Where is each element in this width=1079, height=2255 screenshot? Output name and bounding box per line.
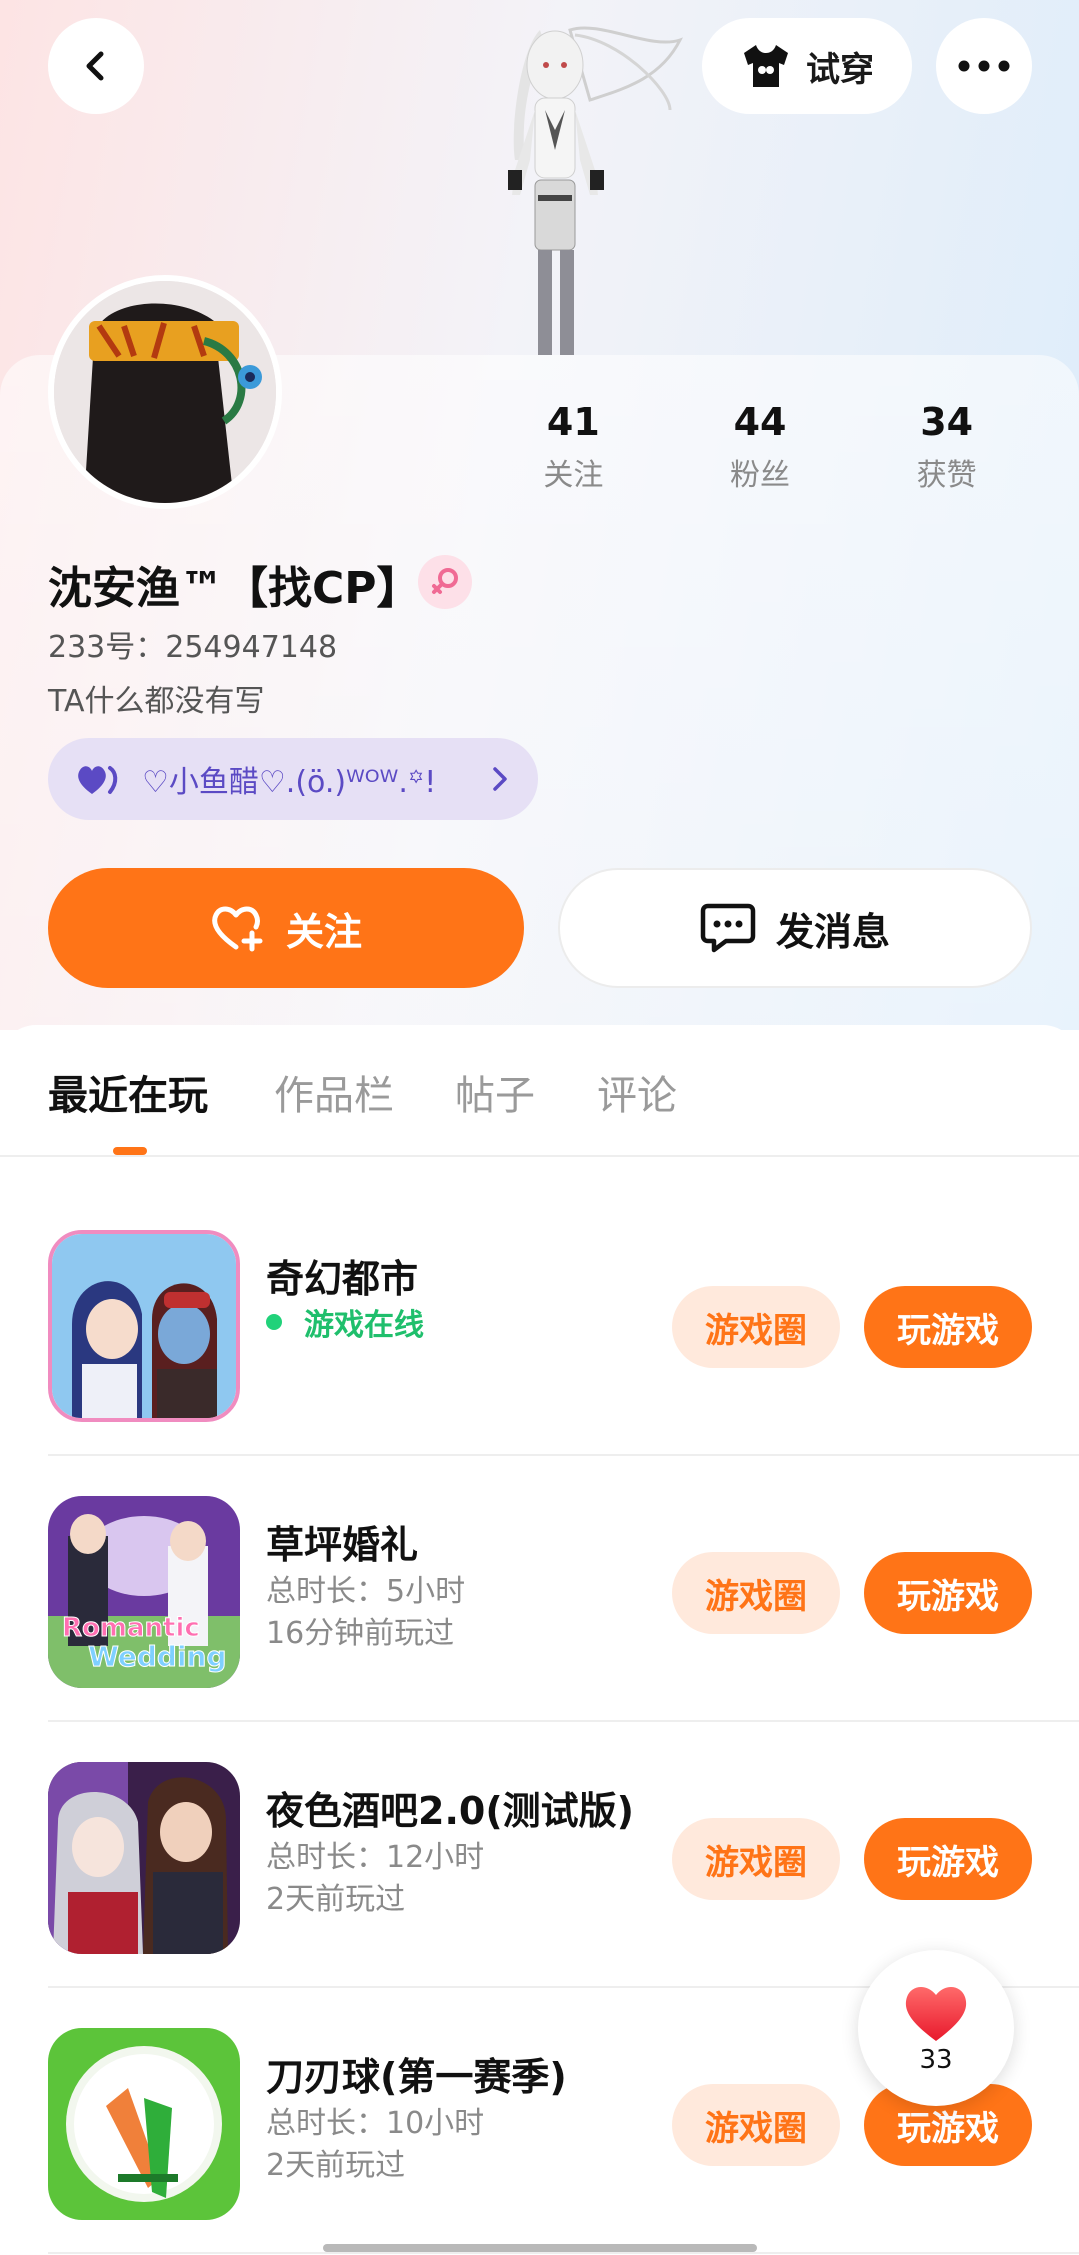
profile-stats: 41 关注 44 粉丝 34 获赞	[480, 400, 1040, 494]
back-button[interactable]	[48, 18, 144, 114]
stat-label: 关注	[543, 458, 604, 493]
last-played: 2天前玩过	[266, 2148, 406, 2183]
chat-bubble-icon	[700, 903, 756, 953]
stat-number: 44	[733, 400, 787, 444]
user-nickname: 沈安渔™【找CP】	[48, 563, 421, 614]
user-id: 233号：254947148	[48, 630, 338, 665]
online-status-label: 游戏在线	[304, 1308, 424, 1343]
game-icon	[48, 2028, 240, 2220]
game-icon-text-wedding: Wedding	[88, 1640, 227, 1673]
stat-likes[interactable]: 34 获赞	[853, 400, 1040, 494]
stat-label: 获赞	[916, 458, 977, 493]
play-game-button[interactable]: 玩游戏	[864, 1818, 1032, 1900]
play-game-button[interactable]: 玩游戏	[864, 1286, 1032, 1368]
double-heart-icon	[78, 766, 118, 794]
game-row[interactable]: 奇幻都市 游戏在线 游戏圈 玩游戏	[48, 1190, 1079, 1456]
relationship-tag-text: ♡小鱼醋♡.(ö.)ᵂᴼᵂ.꙳!	[142, 765, 437, 800]
stat-number: 34	[920, 400, 974, 444]
game-circle-button[interactable]: 游戏圈	[672, 1286, 840, 1368]
like-floating-button[interactable]: 33	[858, 1950, 1014, 2106]
game-row[interactable]: Romantic Wedding 草坪婚礼 总时长：5小时 16分钟前玩过 游戏…	[48, 1456, 1079, 1722]
shirt-icon	[744, 45, 788, 87]
play-duration: 总时长：10小时	[266, 2106, 485, 2141]
stat-number: 41	[546, 400, 600, 444]
game-circle-button[interactable]: 游戏圈	[672, 2084, 840, 2166]
online-dot-icon	[266, 1314, 282, 1330]
profile-tabs: 最近在玩 作品栏 帖子 评论	[0, 1025, 1079, 1157]
more-options-button[interactable]	[936, 18, 1032, 114]
game-icon	[48, 1230, 240, 1422]
last-played: 2天前玩过	[266, 1882, 406, 1917]
tab-posts[interactable]: 帖子	[455, 1063, 535, 1121]
heart-icon	[905, 1986, 967, 2041]
heart-plus-icon	[212, 906, 263, 952]
tab-works[interactable]: 作品栏	[274, 1063, 394, 1121]
game-icon	[48, 1762, 240, 1954]
female-gender-icon	[418, 555, 472, 609]
follow-button[interactable]: 关注	[48, 868, 524, 988]
relationship-tag[interactable]: ♡小鱼醋♡.(ö.)ᵂᴼᵂ.꙳!	[48, 738, 538, 820]
avatar[interactable]	[48, 275, 282, 509]
home-indicator[interactable]	[323, 2244, 757, 2252]
avatar-3d-figure	[508, 26, 683, 355]
game-title: 草坪婚礼	[266, 1523, 419, 1567]
game-icon-text-romantic: Romantic	[62, 1613, 200, 1643]
game-circle-button[interactable]: 游戏圈	[672, 1552, 840, 1634]
game-row[interactable]: 夜色酒吧2.0(测试版) 总时长：12小时 2天前玩过 游戏圈 玩游戏	[48, 1722, 1079, 1988]
game-icon: Romantic Wedding	[48, 1496, 240, 1688]
send-message-button[interactable]: 发消息	[558, 868, 1032, 988]
user-bio: TA什么都没有写	[48, 684, 265, 719]
game-circle-button[interactable]: 游戏圈	[672, 1818, 840, 1900]
try-on-button[interactable]: 试穿	[702, 18, 912, 114]
tab-comments[interactable]: 评论	[597, 1063, 677, 1121]
more-dots-icon	[958, 60, 1010, 72]
like-count: 33	[919, 2045, 953, 2075]
online-status: 游戏在线	[266, 1300, 424, 1344]
play-duration: 总时长：5小时	[266, 1574, 466, 1609]
play-game-button[interactable]: 玩游戏	[864, 1552, 1032, 1634]
try-on-label: 试穿	[806, 49, 874, 90]
game-title: 奇幻都市	[266, 1257, 419, 1301]
tab-recently-played[interactable]: 最近在玩	[48, 1063, 208, 1121]
chevron-left-icon	[86, 51, 104, 81]
chevron-right-icon	[493, 767, 507, 791]
avatar-image	[54, 281, 276, 503]
send-message-label: 发消息	[775, 909, 890, 954]
stat-following[interactable]: 41 关注	[480, 400, 667, 494]
active-tab-indicator	[113, 1147, 147, 1155]
play-duration: 总时长：12小时	[266, 1840, 485, 1875]
game-title: 刀刃球(第一赛季)	[266, 2055, 567, 2099]
last-played: 16分钟前玩过	[266, 1616, 455, 1651]
stat-label: 粉丝	[730, 458, 790, 493]
game-title: 夜色酒吧2.0(测试版)	[266, 1789, 635, 1833]
follow-label: 关注	[285, 909, 362, 954]
stat-followers[interactable]: 44 粉丝	[667, 400, 854, 494]
